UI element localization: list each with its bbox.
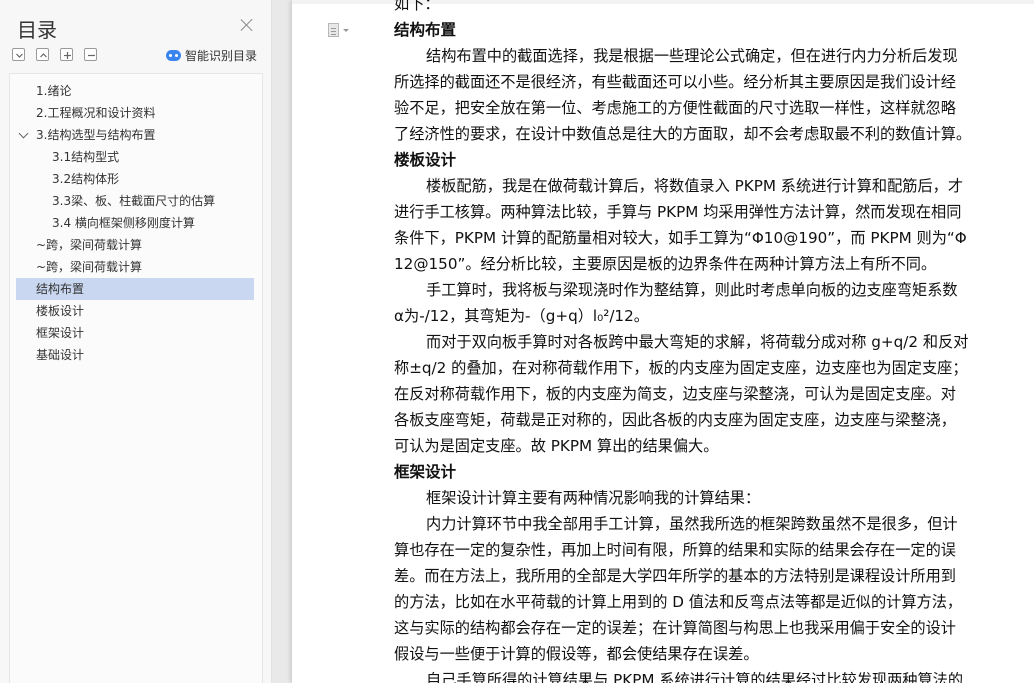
paragraph-line: 而对于双向板手算时对各板跨中最大弯矩的求解，将荷载分成对称 g+q/2 和反对 — [426, 333, 969, 351]
paragraph-line: 称±q/2 的叠加，在对称荷载作用下，板的内支座为固定支座，边支座也为固定支座； — [394, 359, 968, 377]
paragraph-line: 可认为是固定支座。故 PKPM 算出的结果偏大。 — [394, 437, 719, 455]
toc-item[interactable]: 1.绪论 — [16, 80, 254, 102]
paragraph-line: 验不足，把安全放在第一位、考虑施工的方便性截面的尺寸选取一样性，这样就忽略 — [394, 99, 956, 117]
smart-toc-label: 智能识别目录 — [185, 48, 258, 63]
remove-heading-icon[interactable] — [84, 48, 97, 61]
toc-item[interactable]: 3.4 横向框架侧移刚度计算 — [16, 212, 254, 234]
ai-assistant-icon — [166, 49, 181, 61]
toc-item-label: 框架设计 — [36, 326, 85, 340]
toc-item[interactable]: ~跨，梁间荷载计算 — [16, 256, 254, 278]
toc-item-active[interactable]: 结构布置 — [16, 278, 254, 300]
section-heading: 楼板设计 — [394, 151, 457, 169]
paragraph-line: 所选择的截面还不是很经济，有些截面还可以小些。经分析其主要原因是我们设计经 — [394, 73, 956, 91]
toc-item-label: 3.结构选型与结构布置 — [36, 128, 156, 142]
toc-list: 1.绪论 2.工程概况和设计资料 3.结构选型与结构布置 3.1结构型式 3.2… — [9, 73, 263, 683]
toc-item[interactable]: 3.1结构型式 — [16, 146, 254, 168]
toc-item[interactable]: 3.结构选型与结构布置 — [16, 124, 254, 146]
paragraph-line: 的方法，比如在水平荷载的计算上用到的 D 值法和反弯点法等都是近似的计算方法， — [394, 593, 963, 611]
toc-sidebar: 目录 智能识别目录 1.绪论 2.工程概况和设计资料 3.结构选型与结构布置 3… — [0, 0, 272, 683]
toc-item-label: 3.3梁、板、柱截面尺寸的估算 — [52, 194, 216, 208]
toc-item[interactable]: 2.工程概况和设计资料 — [16, 102, 254, 124]
toc-item-label: 3.4 横向框架侧移刚度计算 — [52, 216, 195, 230]
toc-item-label: 3.2结构体形 — [52, 172, 120, 186]
add-heading-icon[interactable] — [60, 48, 73, 61]
paragraph-line: 条件下，PKPM 计算的配筋量相对较大，如手工算为“Φ10@190”，而 PKP… — [394, 229, 967, 247]
document-area: 如下： 结构布置 结构布置中的截面选择，我是根据一些理论公式确定，但在进行内力分… — [272, 0, 1034, 683]
document-content: 如下： 结构布置 结构布置中的截面选择，我是根据一些理论公式确定，但在进行内力分… — [394, 0, 988, 683]
paragraph-line: 在反对称荷载作用下，板的内支座为简支，边支座与梁整浇，可认为是固定支座。对 — [394, 385, 956, 403]
paragraph-line: 这与实际的结构都会存在一定的误差；在计算简图与构思上也我采用偏于安全的设计 — [394, 619, 956, 637]
paragraph-line: 差。而在方法上，我所用的全部是大学四年所学的基本的方法特别是课程设计所用到 — [394, 567, 956, 585]
paragraph-line: 结构布置中的截面选择，我是根据一些理论公式确定，但在进行内力分析后发现 — [426, 47, 958, 65]
toc-item-label: 基础设计 — [36, 348, 85, 362]
paragraph-line: 自己手算所得的计算结果与 PKPM 系统进行计算的结果经过比较发现两种算法的 — [426, 671, 964, 683]
toc-item[interactable]: 3.3梁、板、柱截面尺寸的估算 — [16, 190, 254, 212]
paragraph-line: 12@150”。经分析比较，主要原因是板的边界条件在两种计算方法上有所不同。 — [394, 255, 937, 273]
paragraph-line: 如下： — [394, 0, 440, 13]
toc-item-label: 结构布置 — [36, 282, 85, 296]
toc-title: 目录 — [17, 18, 57, 42]
toc-item-label: 楼板设计 — [36, 304, 85, 318]
toc-item-label: 2.工程概况和设计资料 — [36, 106, 156, 120]
paragraph-line: 进行手工核算。两种算法比较，手算与 PKPM 均采用弹性方法计算，然而发现在相同 — [394, 203, 962, 221]
paragraph-line: 楼板配筋，我是在做荷载计算后，将数值录入 PKPM 系统进行计算和配筋后，才 — [426, 177, 964, 195]
toc-item-label: ~跨，梁间荷载计算 — [36, 260, 143, 274]
dropdown-arrow-icon — [343, 29, 349, 32]
paragraph-line: 假设与一些便于计算的假设等，都会使结果存在误差。 — [394, 645, 759, 663]
paragraph-line: 手工算时，我将板与梁现浇时作为整结算，则此时考虑单向板的边支座弯矩系数 — [426, 281, 958, 299]
document-page[interactable]: 如下： 结构布置 结构布置中的截面选择，我是根据一些理论公式确定，但在进行内力分… — [292, 0, 1034, 683]
document-icon — [328, 23, 339, 37]
section-heading: 框架设计 — [394, 463, 457, 481]
section-heading: 结构布置 — [394, 21, 457, 39]
toc-item-label: 3.1结构型式 — [52, 150, 120, 164]
toc-item-label: 1.绪论 — [36, 84, 72, 98]
smart-toc-button[interactable]: 智能识别目录 — [166, 46, 257, 64]
paragraph-line: 了经济性的要求，在设计中数值总是往大的方面取，却不会考虑取最不利的数值计算。 — [394, 125, 972, 143]
paragraph-line: 框架设计计算主要有两种情况影响我的计算结果： — [426, 489, 761, 507]
expand-all-icon[interactable] — [12, 48, 25, 61]
paragraph-menu-icon[interactable] — [326, 22, 350, 38]
paragraph-line: 算也存在一定的复杂性，再加上时间有限，所算的结果和实际的结果会存在一定的误 — [394, 541, 956, 559]
toc-item[interactable]: ~跨，梁间荷载计算 — [16, 234, 254, 256]
toc-item[interactable]: 楼板设计 — [16, 300, 254, 322]
paragraph-line: α为-/12，其弯矩为-（g+q）l₀²/12。 — [394, 307, 649, 325]
toc-item[interactable]: 基础设计 — [16, 344, 254, 366]
paragraph-line: 内力计算环节中我全部用手工计算，虽然我所选的框架跨数虽然不是很多，但计 — [426, 515, 958, 533]
toc-item[interactable]: 3.2结构体形 — [16, 168, 254, 190]
close-icon[interactable] — [240, 18, 254, 32]
toc-item-label: ~跨，梁间荷载计算 — [36, 238, 143, 252]
collapse-all-icon[interactable] — [36, 48, 49, 61]
paragraph-line: 各板支座弯矩，荷载是正对称的，因此各板的内支座为固定支座，边支座与梁整浇， — [394, 411, 956, 429]
toc-item[interactable]: 框架设计 — [16, 322, 254, 344]
